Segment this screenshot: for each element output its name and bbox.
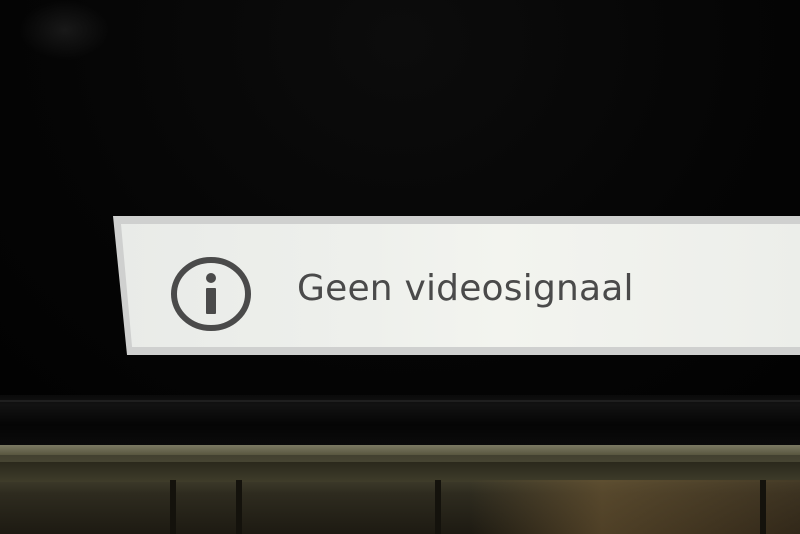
stand-post <box>236 480 242 534</box>
stand-bar <box>0 462 800 482</box>
stand-post <box>760 480 766 534</box>
bezel-highlight <box>0 400 800 402</box>
stand-post <box>170 480 176 534</box>
notification-message: Geen videosignaal <box>297 268 634 309</box>
tv-bezel <box>0 395 800 445</box>
stand-reflection <box>470 480 800 534</box>
notification-panel: Geen videosignaal <box>121 224 800 347</box>
stand-edge <box>0 445 800 455</box>
notification-banner: Geen videosignaal <box>113 216 800 355</box>
stand-post <box>435 480 441 534</box>
info-icon <box>171 257 251 331</box>
screen-glare <box>20 0 110 60</box>
